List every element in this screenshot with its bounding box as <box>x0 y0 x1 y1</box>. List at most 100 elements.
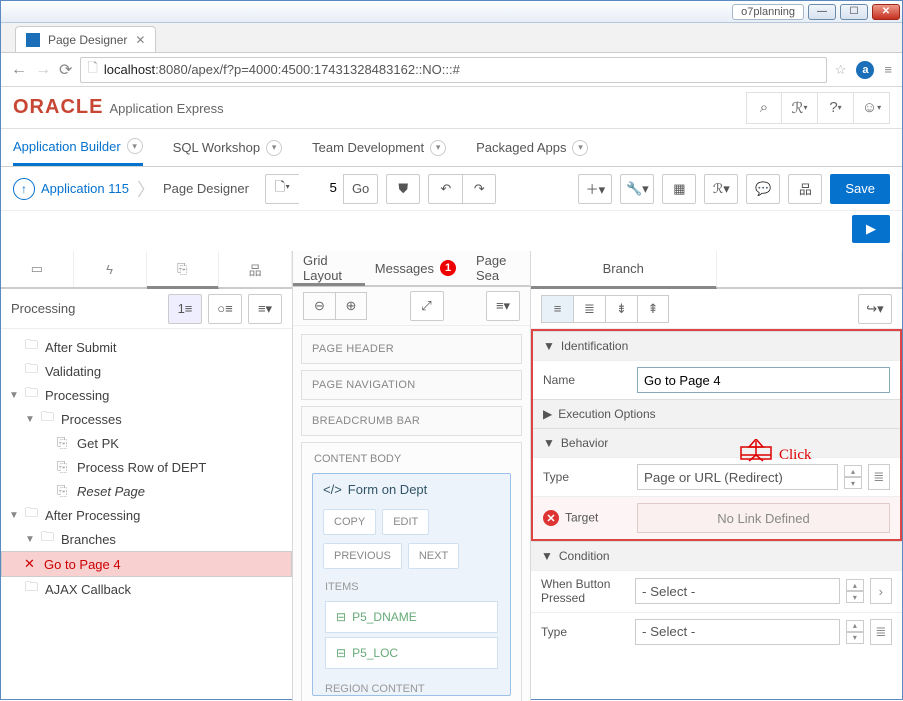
close-button[interactable]: ✕ <box>872 4 900 20</box>
menu-icon[interactable]: ≡ <box>884 62 892 77</box>
btn-copy[interactable]: COPY <box>323 509 376 535</box>
zoom-out-icon[interactable]: ⊖ <box>303 292 335 320</box>
layout-menu-button[interactable]: ≡▾ <box>486 291 520 321</box>
go-button[interactable]: Go <box>343 174 378 204</box>
tree-reset-page[interactable]: ⎘Reset Page <box>1 479 292 503</box>
name-input[interactable] <box>637 367 890 393</box>
chevron-down-icon[interactable]: ▾ <box>127 138 143 154</box>
form-region[interactable]: </>Form on Dept COPY EDIT PREVIOUS NEXT … <box>312 473 511 696</box>
zoom-in-icon[interactable]: ⊕ <box>335 292 367 320</box>
page-lock-button[interactable]: 🗋▾ <box>265 174 299 204</box>
save-button[interactable]: Save <box>830 174 890 204</box>
product: Application Express <box>109 101 223 116</box>
left-pane: ▭ ϟ ⎘ 品 Processing 1≡ ○≡ ≡▾ 🗀After Submi… <box>1 251 293 701</box>
tab-shared[interactable]: 品 <box>219 251 292 287</box>
utilities-button[interactable]: 🔧▾ <box>620 174 654 204</box>
back-button[interactable]: ← <box>11 61 27 79</box>
search-icon[interactable]: ⌕ <box>746 92 782 124</box>
tree-after-processing[interactable]: ▼🗀After Processing <box>1 503 292 527</box>
minimize-button[interactable]: — <box>808 4 836 20</box>
redo-button[interactable]: ↷ <box>462 174 496 204</box>
chevron-down-icon[interactable]: ▾ <box>266 140 282 156</box>
user-icon[interactable]: ☺▾ <box>854 92 890 124</box>
oracle-header: ORACLE Application Express ⌕ ℛ▾ ?▾ ☺▾ <box>1 87 902 129</box>
region-page-header[interactable]: PAGE HEADER <box>301 334 522 364</box>
layout-button[interactable]: ▦ <box>662 174 696 204</box>
chevron-down-icon[interactable]: ▾ <box>430 140 446 156</box>
nav-app-builder[interactable]: Application Builder▾ <box>13 129 143 166</box>
tab-dynamic[interactable]: ϟ <box>74 251 147 287</box>
browser-tab-strip: Page Designer ✕ <box>1 23 902 53</box>
type-spinner[interactable]: ▴▾ <box>844 465 861 489</box>
page-number-input[interactable] <box>299 174 343 202</box>
section-condition[interactable]: ▼ Condition <box>531 542 902 570</box>
cond-type-select[interactable] <box>635 619 840 645</box>
goto-menu-button[interactable]: ↪▾ <box>858 294 892 324</box>
section-behavior[interactable]: ▼ Behavior <box>533 429 900 457</box>
tab-grid-layout[interactable]: Grid Layout <box>293 252 365 286</box>
help-icon[interactable]: ?▾ <box>818 92 854 124</box>
list-icon[interactable]: ≣ <box>870 619 892 645</box>
region-page-nav[interactable]: PAGE NAVIGATION <box>301 370 522 400</box>
browser-tab[interactable]: Page Designer ✕ <box>15 26 156 52</box>
item-p5-loc[interactable]: ⊟P5_LOC <box>325 637 498 669</box>
tab-messages[interactable]: Messages1 <box>365 251 466 285</box>
section-execution[interactable]: ▶ Execution Options <box>533 400 900 428</box>
create-button[interactable]: ＋▾ <box>578 174 612 204</box>
tree-process-row[interactable]: ⎘Process Row of DEPT <box>1 455 292 479</box>
type-select[interactable] <box>637 464 838 490</box>
tab-processing[interactable]: ⎘ <box>147 251 220 289</box>
view-common-button[interactable]: ≣ <box>573 295 605 323</box>
header-actions: ⌕ ℛ▾ ?▾ ☺▾ <box>746 92 890 124</box>
chevron-down-icon[interactable]: ▾ <box>572 140 588 156</box>
extension-icon[interactable]: a <box>856 61 874 79</box>
breadcrumb-app[interactable]: Application 115 <box>41 181 129 196</box>
run-button[interactable]: ▶ <box>852 215 890 243</box>
tree-go-to-page-4[interactable]: ✕Go to Page 4 <box>1 551 292 577</box>
goto-icon[interactable]: › <box>870 578 892 604</box>
tab-branch[interactable]: Branch <box>531 251 717 289</box>
tree-ajax-callback[interactable]: 🗀AJAX Callback <box>1 577 292 601</box>
undo-button[interactable]: ↶ <box>428 174 462 204</box>
view-expand-button[interactable]: ⇞ <box>637 295 669 323</box>
when-button-select[interactable] <box>635 578 840 604</box>
url-field[interactable]: 🗋 localhost:8080/apex/f?p=4000:4500:1743… <box>80 57 826 83</box>
when-button-spinner[interactable]: ▴▾ <box>846 579 863 603</box>
view-collapse-button[interactable]: ⇟ <box>605 295 637 323</box>
expand-button[interactable]: ≡▾ <box>248 294 282 324</box>
expand-layout-button[interactable]: ⤢ <box>410 291 444 321</box>
tree-branches[interactable]: ▼🗀Branches <box>1 527 292 551</box>
up-icon[interactable]: ↑ <box>13 178 35 200</box>
btn-previous[interactable]: PREVIOUS <box>323 543 402 569</box>
tree-processing[interactable]: ▼🗀Processing <box>1 383 292 407</box>
btn-edit[interactable]: EDIT <box>382 509 429 535</box>
region-breadcrumb[interactable]: BREADCRUMB BAR <box>301 406 522 436</box>
tab-close-icon[interactable]: ✕ <box>135 33 145 47</box>
star-icon[interactable]: ☆ <box>835 62 847 78</box>
maximize-button[interactable]: ☐ <box>840 4 868 20</box>
nav-sql-workshop[interactable]: SQL Workshop▾ <box>173 129 282 166</box>
comment-button[interactable]: 💬 <box>746 174 780 204</box>
target-button[interactable]: No Link Defined <box>637 503 890 533</box>
admin-icon[interactable]: ℛ▾ <box>782 92 818 124</box>
team-button[interactable]: ℛ▾ <box>704 174 738 204</box>
tree-processes[interactable]: ▼🗀Processes <box>1 407 292 431</box>
view-all-button[interactable]: ≡ <box>541 295 573 323</box>
tree-after-submit[interactable]: 🗀After Submit <box>1 335 292 359</box>
nav-packaged-apps[interactable]: Packaged Apps▾ <box>476 129 588 166</box>
tree-validating[interactable]: 🗀Validating <box>1 359 292 383</box>
tab-rendering[interactable]: ▭ <box>1 251 74 287</box>
shared-button[interactable]: 品 <box>788 174 822 204</box>
tab-page-search[interactable]: Page Sea <box>466 251 530 285</box>
cond-type-spinner[interactable]: ▴▾ <box>846 620 863 644</box>
sort-1-button[interactable]: 1≡ <box>168 294 202 324</box>
list-icon[interactable]: ≣ <box>868 464 890 490</box>
tree-get-pk[interactable]: ⎘Get PK <box>1 431 292 455</box>
section-identification[interactable]: ▼ Identification <box>533 332 900 360</box>
item-p5-dname[interactable]: ⊟P5_DNAME <box>325 601 498 633</box>
lock-button[interactable]: ⛊ <box>386 174 420 204</box>
btn-next[interactable]: NEXT <box>408 543 459 569</box>
reload-button[interactable]: ⟳ <box>59 60 72 80</box>
sort-2-button[interactable]: ○≡ <box>208 294 242 324</box>
nav-team-dev[interactable]: Team Development▾ <box>312 129 446 166</box>
